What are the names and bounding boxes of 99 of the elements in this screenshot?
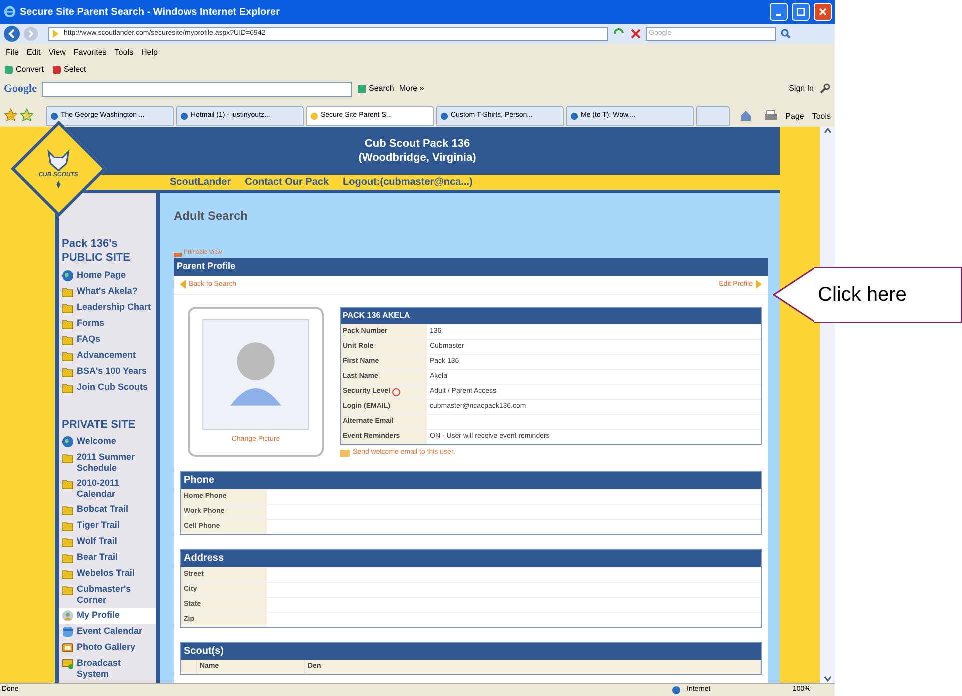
menu-item[interactable]: Favorites xyxy=(74,47,107,59)
stop-icon[interactable] xyxy=(630,28,642,40)
folder-icon xyxy=(62,584,74,596)
tab-page-icon xyxy=(310,112,319,120)
folder-icon xyxy=(62,302,74,314)
tab-page-icon xyxy=(180,112,189,120)
folder-icon xyxy=(62,366,74,378)
sidebar-link[interactable]: Broadcast System xyxy=(59,656,156,682)
select-icon xyxy=(52,65,62,75)
sidebar-heading: PRIVATE SITE xyxy=(61,418,137,432)
sidebar-link[interactable]: Join Cub Scouts xyxy=(59,380,156,396)
sidebar-link[interactable]: BSA's 100 Years xyxy=(59,364,156,380)
browser-logo-icon xyxy=(4,6,16,18)
add-favorite-icon[interactable] xyxy=(20,108,34,122)
maximize-icon xyxy=(797,8,805,16)
more-button[interactable]: More » xyxy=(399,83,424,95)
sidebar-link[interactable]: Bear Trail xyxy=(59,550,156,566)
folder-icon xyxy=(62,536,74,548)
sidebar-link[interactable]: FAQs xyxy=(59,332,156,348)
section-header: Address xyxy=(181,550,761,566)
sidebar-heading: Pack 136's xyxy=(61,237,119,251)
folder-icon xyxy=(62,478,74,490)
nav-link[interactable]: Contact Our Pack xyxy=(245,175,330,190)
sidebar-link[interactable]: 2010-2011 Calendar xyxy=(59,476,156,502)
table-header: PACK 136 AKELA xyxy=(341,308,761,324)
toolbar-button[interactable]: Select xyxy=(52,64,86,76)
folder-icon xyxy=(62,334,74,346)
folder-icon xyxy=(62,520,74,532)
globe-icon xyxy=(62,436,74,448)
tab-page-icon xyxy=(440,112,449,120)
folder-icon xyxy=(62,452,74,464)
sidebar-link[interactable]: Home Page xyxy=(59,268,156,284)
tab-page-icon xyxy=(570,112,579,120)
toolbar-button[interactable]: Convert xyxy=(4,64,44,76)
folder-icon xyxy=(62,382,74,394)
scroll-down-icon[interactable] xyxy=(824,675,832,683)
section-header: Phone xyxy=(181,472,761,488)
google-logo: Google xyxy=(4,82,37,97)
folder-icon xyxy=(62,286,74,298)
panel-header: Parent Profile xyxy=(174,258,768,276)
menu-item[interactable]: Tools xyxy=(114,47,134,59)
site-subtitle: (Woodbridge, Virginia) xyxy=(358,151,476,165)
sidebar-link[interactable]: What's Akela? xyxy=(59,284,156,300)
sidebar-link[interactable]: Welcome xyxy=(59,434,156,450)
sidebar-link[interactable]: Tiger Trail xyxy=(59,518,156,534)
menu-item[interactable]: File xyxy=(6,47,19,59)
site-title: Cub Scout Pack 136 xyxy=(364,137,470,151)
folder-icon xyxy=(62,318,74,330)
nav-link[interactable]: Logout:(cubmaster@nca...) xyxy=(343,175,473,190)
maximize-button[interactable] xyxy=(792,3,810,21)
home-icon[interactable] xyxy=(740,110,752,122)
folder-icon xyxy=(62,568,74,580)
sidebar-heading: PUBLIC SITE xyxy=(61,251,132,265)
window-title: Secure Site Parent Search - Windows Internet Explorer xyxy=(20,6,281,20)
search-icon[interactable] xyxy=(780,28,792,40)
command-button[interactable]: Tools xyxy=(812,111,831,123)
page-icon xyxy=(51,29,61,39)
sidebar-link[interactable]: Webelos Trail xyxy=(59,566,156,582)
sidebar-link[interactable]: 2011 Summer Schedule xyxy=(59,450,156,476)
minimize-button[interactable] xyxy=(770,3,788,21)
picture-icon xyxy=(62,642,74,654)
sidebar-link[interactable]: Wolf Trail xyxy=(59,534,156,550)
callout-text: Click here xyxy=(818,283,907,308)
convert-icon xyxy=(4,65,14,75)
scroll-up-icon[interactable] xyxy=(824,127,832,135)
sidebar-link[interactable]: Photo Gallery xyxy=(59,640,156,656)
left-arrow-icon xyxy=(180,280,186,290)
sign-in-button[interactable]: Sign In xyxy=(789,83,814,95)
globe-icon xyxy=(672,686,681,694)
star-icon[interactable] xyxy=(4,108,18,122)
nav-link[interactable]: ScoutLander xyxy=(170,175,232,190)
section-header: Scout(s) xyxy=(181,642,761,660)
menu-item[interactable]: View xyxy=(48,47,66,59)
wrench-icon[interactable] xyxy=(819,83,831,95)
folder-icon xyxy=(62,504,74,516)
sidebar-link[interactable]: Leadership Chart xyxy=(59,300,156,316)
sidebar-link[interactable]: Forms xyxy=(59,316,156,332)
calendar-icon xyxy=(62,626,74,638)
menu-item[interactable]: Help xyxy=(141,47,158,59)
tab-page-icon xyxy=(50,112,59,120)
person-icon xyxy=(62,610,74,622)
folder-icon xyxy=(62,552,74,564)
command-button[interactable]: Page xyxy=(786,111,804,123)
sidebar-link[interactable]: Advancement xyxy=(59,348,156,364)
back-button[interactable] xyxy=(4,26,20,42)
close-icon xyxy=(819,8,827,16)
sidebar-link[interactable]: My Profile xyxy=(59,608,156,624)
print-icon[interactable] xyxy=(764,110,778,122)
google-search-button[interactable]: Search xyxy=(357,83,394,95)
sidebar-link[interactable]: Event Calendar xyxy=(59,624,156,640)
right-arrow-icon xyxy=(756,280,762,290)
sidebar-link[interactable]: Cubmaster's Corner xyxy=(59,582,156,608)
google-search-field[interactable] xyxy=(42,82,352,96)
close-button[interactable] xyxy=(814,3,832,21)
globe-icon xyxy=(62,270,74,282)
sidebar-link[interactable]: Bobcat Trail xyxy=(59,502,156,518)
menu-item[interactable]: Edit xyxy=(26,47,41,59)
folder-icon xyxy=(62,350,74,362)
page-heading: Adult Search xyxy=(174,208,250,225)
